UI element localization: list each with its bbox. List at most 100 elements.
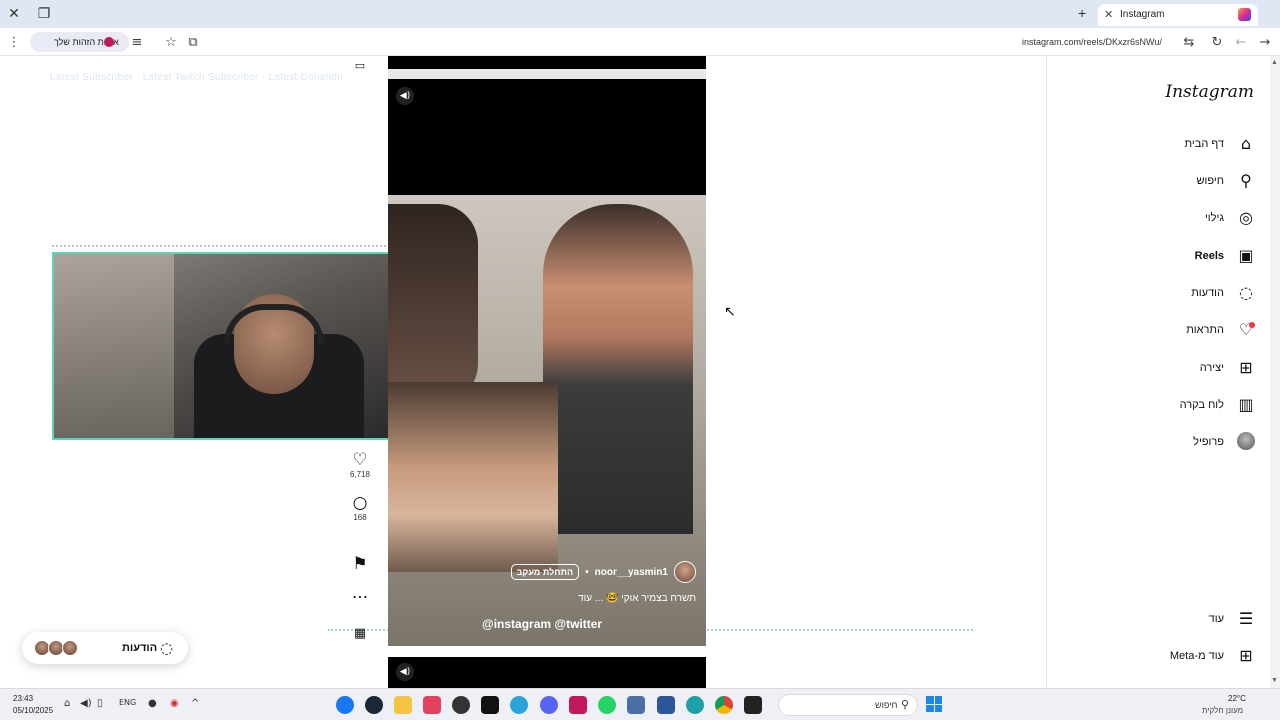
store-icon[interactable] [657,696,675,714]
app-a-icon[interactable] [569,696,587,714]
address-bar[interactable]: instagram.com/reels/DKxzr6sNWu/ [1022,37,1162,47]
page-scrollbar[interactable]: ▲ ▼ [1270,56,1280,688]
next-mute-icon[interactable]: ◀) [396,663,414,681]
forward-icon[interactable]: ← [1232,34,1250,52]
instagram-favicon-icon [1238,8,1251,21]
previous-reel-edge [388,56,706,69]
audio-thumbnail[interactable]: ▦ [348,624,372,644]
profile-avatar-icon [1236,432,1256,452]
follow-button[interactable]: התחלת מעקב [510,564,580,580]
bookmark-icon[interactable]: ⚑ [348,554,372,574]
instagram-sidebar: Instagram ⌂ דף הבית ⚲ חיפוש ◎ גילוי ▣ Re… [1046,56,1270,688]
calculator-icon[interactable] [627,696,645,714]
author-avatar[interactable] [674,561,696,583]
webcam-headset [224,304,324,344]
sidebar-item-explore[interactable]: ◎ גילוי [1205,205,1256,231]
more-dots-icon[interactable]: ··· [348,588,372,608]
mute-icon[interactable]: ◀) [396,87,414,105]
mouse-cursor-icon: ↖ [724,304,736,320]
security-icon[interactable]: ◉ [170,698,179,709]
steam-icon[interactable] [365,696,383,714]
screen-share-icon[interactable]: ⧉ [184,34,202,52]
heart-icon: ♡ [1238,320,1255,339]
back-icon[interactable]: → [1256,34,1274,52]
weather-temperature[interactable]: 22°C [1228,694,1246,703]
messages-pill[interactable]: הודעות ◌ [22,632,188,664]
sidebar-item-meta[interactable]: ⊞ עוד מ-Meta [1170,643,1256,669]
tab-title: Instagram [1120,9,1165,20]
tab-instagram[interactable]: ✕ Instagram [1098,4,1258,26]
video-person-left [388,204,478,404]
language-indicator[interactable]: ENG [119,698,136,707]
sidebar-item-reels[interactable]: ▣ Reels [1195,243,1256,269]
reel-video[interactable]: ◀) noor__yasmin1 • התחלת מעקב תשרח בצמיר… [388,79,706,646]
stream-overlay-text: Latest Subscriber · Latest Twitch Subscr… [50,72,343,83]
tiktok-live-icon[interactable] [423,696,441,714]
browser-tab-strip: ✕ ❐ + ✕ Instagram [0,0,1280,28]
bookmark-star-icon[interactable]: ☆ [162,34,180,52]
search-icon: ⚲ [901,698,910,711]
chrome-icon[interactable] [715,696,733,714]
comment-icon[interactable]: ○ [348,493,372,513]
author-username[interactable]: noor__yasmin1 [595,567,668,578]
reel-author-row: noor__yasmin1 • התחלת מעקב [510,561,696,583]
heart-icon[interactable]: ♡ [348,450,372,470]
volume-icon[interactable]: ◀) [80,698,92,709]
restore-window-icon[interactable]: ❐ [36,6,52,22]
like-action[interactable]: ♡ 6,718 [348,450,372,479]
reels-icon: ▣ [1238,246,1254,265]
reading-list-icon[interactable]: ≡ [128,34,146,52]
start-windows-icon[interactable] [926,696,942,712]
menu-kebab-icon[interactable]: ⋮ [5,34,23,52]
sidebar-item-more[interactable]: ☰ עוד [1209,606,1256,632]
whatsapp-icon[interactable] [598,696,616,714]
instagram-logo[interactable]: Instagram [1165,82,1254,102]
sidebar-item-search[interactable]: ⚲ חיפוש [1197,168,1256,194]
clock-time[interactable]: 23:43 [13,694,33,703]
edge-icon[interactable] [686,696,704,714]
tab-close-icon[interactable]: ✕ [1104,4,1113,26]
battery-icon[interactable]: ▯ [97,698,103,709]
reel-gap [388,69,706,79]
tray-expand-icon[interactable]: ^ [191,698,199,709]
more-options-action[interactable]: ··· [348,588,372,608]
sidebar-item-create[interactable]: ⊞ יצירה [1200,355,1256,381]
reload-icon[interactable]: ↻ [1208,34,1226,52]
close-window-icon[interactable]: ✕ [6,6,22,22]
identity-chip[interactable]: איכות הזהות שלך [30,32,129,52]
compass-icon: ◎ [1239,208,1253,227]
save-action[interactable]: ⚑ [348,554,372,574]
facebook-icon[interactable] [336,696,354,714]
sidebar-item-messages[interactable]: ◌ הודעות [1191,280,1256,306]
avatar [62,640,78,656]
sidebar-item-home[interactable]: ⌂ דף הבית [1185,131,1256,157]
sidebar-item-profile[interactable]: פרופיל [1193,429,1256,455]
reel-caption[interactable]: תשרח בצמיר אוקי 🤓 ... עוד [578,593,696,604]
create-plus-icon: ⊞ [1239,358,1253,377]
clock-date[interactable]: 05/10/2025 [13,706,53,715]
weather-description[interactable]: מעונן חלקית [1202,706,1243,715]
taskbar-search[interactable]: חיפוש ⚲ [778,694,918,716]
sidebar-item-notifications[interactable]: ♡ התראות [1186,317,1256,343]
sidebar-item-dashboard[interactable]: ▥ לוח בקרה [1180,392,1256,418]
discord-icon[interactable] [540,696,558,714]
messenger-icon: ◌ [160,639,174,657]
messages-pill-label: הודעות [122,642,158,654]
scroll-up-icon[interactable]: ▲ [1271,59,1278,66]
next-reel-edge[interactable]: ◀) [388,657,706,688]
audio-thumbnail-top[interactable]: ▭ [348,56,372,76]
file-explorer-icon[interactable] [394,696,412,714]
obs-icon[interactable] [452,696,470,714]
scroll-down-icon[interactable]: ▼ [1271,677,1278,684]
video-inset-clip [388,382,558,572]
terminal-icon[interactable] [744,696,762,714]
comment-action[interactable]: ○ 168 [348,493,372,522]
search-icon: ⚲ [1240,171,1252,190]
microphone-icon[interactable]: ● [148,698,157,709]
new-tab-icon[interactable]: + [1078,5,1086,21]
network-icon[interactable]: ⌂ [64,698,70,709]
audio-thumbnail-icon[interactable]: ▦ [348,624,372,644]
tiktok-icon[interactable] [481,696,499,714]
app-icon[interactable] [510,696,528,714]
site-settings-icon[interactable]: ⇆ [1180,34,1198,52]
